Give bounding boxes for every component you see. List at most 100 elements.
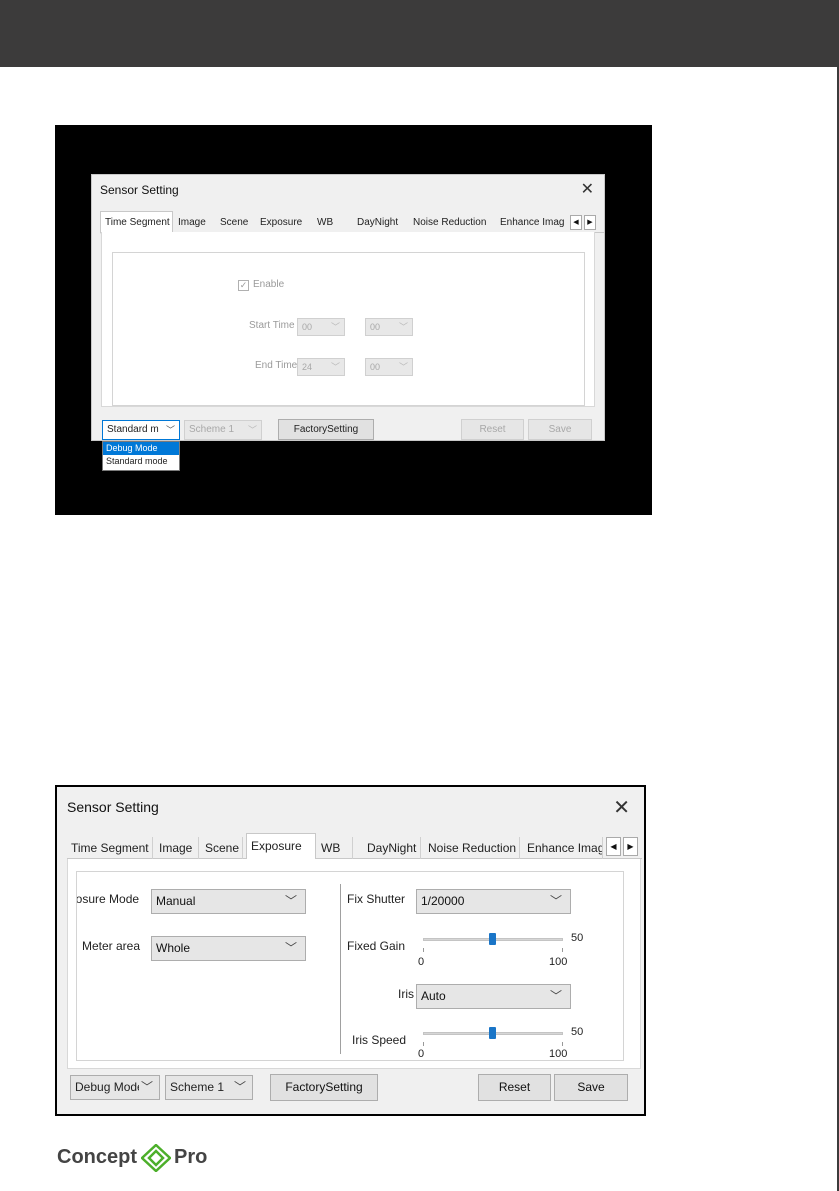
tab-bar: Time Segment Image Scene Exposure WB Day…: [67, 833, 642, 860]
chevron-down-icon: ﹀: [138, 1076, 153, 1099]
meter-area-label: Meter area: [82, 939, 141, 953]
iris-value: Auto: [421, 989, 446, 1003]
iris-label: Iris: [398, 987, 414, 1001]
start-minute-select[interactable]: 00 ﹀: [365, 318, 413, 336]
sensor-setting-dialog: Sensor Setting ✕ Time Segment Image Scen…: [91, 174, 605, 471]
reset-button[interactable]: Reset: [461, 419, 524, 440]
close-icon[interactable]: ✕: [613, 795, 630, 820]
enable-checkbox[interactable]: ✓: [238, 280, 249, 291]
tab-scroll-right-icon[interactable]: ▶: [623, 837, 638, 856]
tab-daynight[interactable]: DayNight: [363, 837, 421, 859]
tab-scene[interactable]: Scene: [201, 837, 243, 859]
start-hour-value: 00: [302, 322, 313, 332]
tab-enhance-image[interactable]: Enhance Imag: [523, 837, 603, 859]
chevron-down-icon: ﹀: [398, 322, 408, 332]
diamond-logo-icon: [141, 1144, 171, 1172]
tab-enhance-image[interactable]: Enhance Imag: [500, 213, 566, 233]
fixed-gain-value: 50: [571, 932, 584, 944]
tab-wb[interactable]: WB: [317, 213, 339, 233]
fixed-gain-slider-thumb[interactable]: [489, 933, 496, 945]
chevron-down-icon: ﹀: [231, 1076, 246, 1099]
tab-image[interactable]: Image: [155, 837, 199, 859]
option-debug-mode[interactable]: Debug Mode: [103, 442, 179, 455]
iris-speed-min: 0: [418, 1048, 425, 1060]
factory-setting-button[interactable]: FactorySetting: [278, 419, 374, 440]
end-hour-value: 24: [302, 362, 313, 372]
tab-daynight[interactable]: DayNight: [357, 213, 405, 233]
tab-scroll-right-icon[interactable]: ▶: [584, 215, 596, 230]
scheme-select[interactable]: Scheme 1 ﹀: [165, 1075, 253, 1100]
chevron-down-icon: ﹀: [284, 941, 297, 955]
tab-exposure[interactable]: Exposure: [246, 833, 316, 860]
chevron-down-icon: ﹀: [398, 362, 408, 372]
iris-speed-max: 100: [549, 1048, 568, 1060]
mode-select[interactable]: Standard m ﹀: [102, 420, 180, 440]
tab-panel: ✓ Enable Start Time 00 ﹀ 00 ﹀ End Time 24 ﹀…: [101, 232, 595, 407]
meter-area-select[interactable]: Whole ﹀: [151, 936, 306, 961]
mode-value: Standard m: [107, 424, 159, 435]
tab-scroll-left-icon[interactable]: ◀: [606, 837, 621, 856]
start-hour-select[interactable]: 00 ﹀: [297, 318, 345, 336]
fix-shutter-value: 1/20000: [421, 894, 465, 908]
fix-shutter-select[interactable]: 1/20000 ﹀: [416, 889, 571, 914]
factory-setting-button[interactable]: FactorySetting: [270, 1074, 378, 1101]
screenshot-time-segment: Sensor Setting ✕ Time Segment Image Scen…: [55, 125, 652, 515]
slider-tick: [423, 1042, 424, 1046]
reset-button[interactable]: Reset: [478, 1074, 551, 1101]
chevron-down-icon: ﹀: [247, 425, 257, 435]
logo-text-pro: Pro: [174, 1146, 208, 1168]
slider-tick: [423, 948, 424, 952]
end-time-label: End Time: [255, 360, 298, 371]
end-minute-value: 00: [370, 362, 381, 372]
exposure-group: xposure Mode Manual ﹀ Meter area Whole ﹀ F…: [76, 871, 624, 1061]
tab-scene[interactable]: Scene: [220, 213, 254, 233]
tab-image[interactable]: Image: [178, 213, 214, 233]
slider-tick: [562, 1042, 563, 1046]
tab-scroll-left-icon[interactable]: ◀: [570, 215, 582, 230]
scheme-value: Scheme 1: [170, 1080, 225, 1094]
start-time-label: Start Time: [249, 320, 295, 331]
time-segment-group: ✓ Enable Start Time 00 ﹀ 00 ﹀ End Time 24 ﹀…: [112, 252, 585, 406]
scheme-select[interactable]: Scheme 1 ﹀: [184, 420, 262, 440]
tab-noise-reduction[interactable]: Noise Reduction: [424, 837, 520, 859]
mode-select[interactable]: Debug Mode ﹀: [70, 1075, 160, 1100]
option-standard-mode[interactable]: Standard mode: [103, 455, 179, 468]
chevron-down-icon: ﹀: [549, 989, 562, 1003]
meter-area-value: Whole: [156, 941, 191, 955]
tab-noise-reduction[interactable]: Noise Reduction: [413, 213, 493, 233]
page-header-bar: [0, 0, 839, 67]
logo-text-concept: Concept: [57, 1146, 137, 1168]
chevron-down-icon: ﹀: [549, 894, 562, 908]
tab-bar: Time Segment Image Scene Exposure WB Day…: [100, 211, 604, 234]
exposure-mode-label: xposure Mode: [76, 892, 140, 906]
chevron-down-icon: ﹀: [330, 362, 340, 372]
tab-time-segment[interactable]: Time Segment: [100, 211, 173, 234]
iris-speed-value: 50: [571, 1026, 584, 1038]
exposure-mode-value: Manual: [156, 894, 196, 908]
mode-dropdown-list: Debug Mode Standard mode: [102, 441, 180, 471]
chevron-down-icon: ﹀: [284, 894, 297, 908]
mode-value: Debug Mode: [75, 1080, 144, 1094]
chevron-down-icon: ﹀: [330, 322, 340, 332]
start-minute-value: 00: [370, 322, 381, 332]
iris-speed-slider-thumb[interactable]: [489, 1027, 496, 1039]
save-button[interactable]: Save: [528, 419, 592, 440]
end-hour-select[interactable]: 24 ﹀: [297, 358, 345, 376]
column-divider: [340, 884, 341, 1054]
tab-exposure[interactable]: Exposure: [260, 213, 310, 233]
enable-label: Enable: [253, 279, 285, 290]
tab-panel: xposure Mode Manual ﹀ Meter area Whole ﹀ F…: [67, 859, 641, 1069]
fixed-gain-min: 0: [418, 956, 425, 968]
fixed-gain-max: 100: [549, 956, 568, 968]
end-minute-select[interactable]: 00 ﹀: [365, 358, 413, 376]
iris-select[interactable]: Auto ﹀: [416, 984, 571, 1009]
scheme-value: Scheme 1: [189, 424, 235, 435]
exposure-mode-select[interactable]: Manual ﹀: [151, 889, 306, 914]
slider-tick: [562, 948, 563, 952]
chevron-down-icon: ﹀: [165, 425, 175, 435]
tab-time-segment[interactable]: Time Segment: [67, 837, 153, 859]
save-button[interactable]: Save: [554, 1074, 628, 1101]
dialog-title: Sensor Setting: [67, 799, 159, 815]
tab-wb[interactable]: WB: [317, 837, 353, 859]
close-icon[interactable]: ✕: [581, 179, 594, 199]
